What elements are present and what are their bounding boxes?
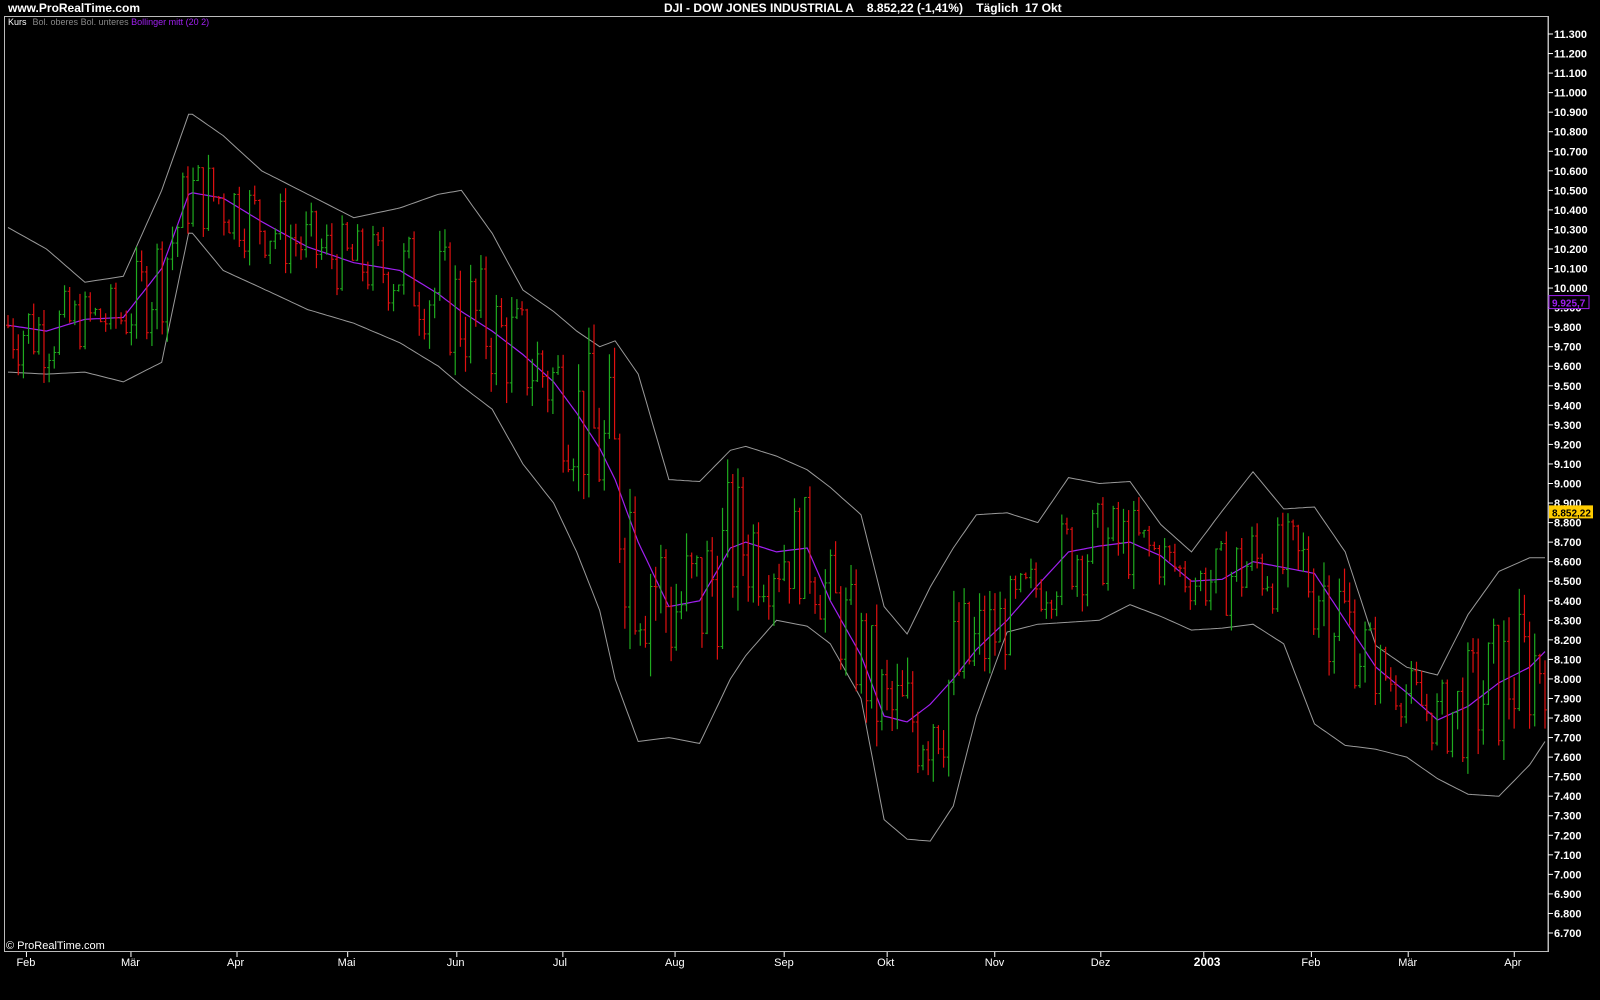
- y-tick-label: 9.000: [1554, 479, 1582, 491]
- mid-band-line: [7, 192, 1546, 723]
- y-tick-label: 9.100: [1554, 459, 1582, 471]
- y-tick-label: 10.400: [1554, 205, 1588, 217]
- x-tick-label: 2003: [1194, 955, 1221, 969]
- y-tick-label: 10.600: [1554, 166, 1588, 178]
- y-tick-label: 7.400: [1554, 791, 1582, 803]
- copyright-text: © ProRealTime.com: [6, 940, 105, 952]
- x-tick-label: Feb: [1301, 957, 1320, 969]
- y-tick-label: 7.500: [1554, 772, 1582, 784]
- x-tick-label: Sep: [774, 957, 794, 969]
- legend-lower-band: Bol. unteres: [80, 17, 129, 27]
- legend-mid-band: Bollinger mitt (20 2): [131, 17, 210, 27]
- y-tick-label: 7.800: [1554, 713, 1582, 725]
- y-tick-label: 7.100: [1554, 850, 1582, 862]
- y-tick-label: 6.800: [1554, 908, 1582, 920]
- y-tick-label: 8.000: [1554, 674, 1582, 686]
- y-tick-label: 7.200: [1554, 830, 1582, 842]
- y-tick-label: 11.000: [1554, 88, 1587, 100]
- y-tick-label: 11.100: [1554, 68, 1587, 80]
- y-tick-label: 8.100: [1554, 654, 1582, 666]
- y-tick-label: 9.600: [1554, 361, 1582, 373]
- y-tick-label: 6.700: [1554, 928, 1582, 940]
- indicator-legend: Kurs Bol. oberes Bol. unteres Bollinger m…: [8, 17, 209, 27]
- y-tick-label: 11.300: [1554, 29, 1587, 41]
- y-tick-label: 9.700: [1554, 342, 1582, 354]
- y-tick-label: 8.600: [1554, 557, 1582, 569]
- y-tick-label: 6.900: [1554, 889, 1582, 901]
- y-tick-label: 10.900: [1554, 107, 1588, 119]
- y-tick-label: 9.400: [1554, 400, 1582, 412]
- y-tick-label: 9.500: [1554, 381, 1582, 393]
- x-tick-label: Feb: [16, 957, 35, 969]
- y-tick-label: 9.300: [1554, 420, 1582, 432]
- x-tick-label: Apr: [227, 957, 244, 969]
- mid-value-label: 9.925,7: [1552, 299, 1586, 310]
- y-tick-label: 8.400: [1554, 596, 1582, 608]
- y-tick-label: 7.600: [1554, 752, 1582, 764]
- y-tick-label: 8.500: [1554, 576, 1582, 588]
- x-tick-label: Mär: [121, 957, 140, 969]
- lower-band-line: [7, 232, 1546, 842]
- y-tick-label: 8.700: [1554, 537, 1582, 549]
- legend-upper-band: Bol. oberes: [32, 17, 79, 27]
- y-tick-label: 10.700: [1554, 146, 1588, 158]
- y-tick-label: 7.300: [1554, 811, 1582, 823]
- x-tick-label: Apr: [1504, 957, 1521, 969]
- x-tick-label: Nov: [985, 957, 1005, 969]
- y-tick-label: 10.800: [1554, 127, 1588, 139]
- y-tick-label: 10.500: [1554, 185, 1588, 197]
- y-tick-label: 7.900: [1554, 693, 1582, 705]
- y-tick-label: 9.800: [1554, 322, 1582, 334]
- x-tick-label: Jun: [447, 957, 465, 969]
- y-tick-label: 8.300: [1554, 615, 1582, 627]
- y-tick-label: 7.700: [1554, 733, 1582, 745]
- price-chart[interactable]: 11.300 11.200 11.100 11.000 10.900 10.800 10.7…: [0, 0, 1600, 1000]
- y-tick-label: 10.100: [1554, 264, 1588, 276]
- x-tick-label: Mär: [1398, 957, 1417, 969]
- legend-price: Kurs: [8, 17, 27, 27]
- y-tick-label: 10.300: [1554, 224, 1588, 236]
- x-tick-label: Aug: [665, 957, 685, 969]
- y-tick-label: 10.200: [1554, 244, 1588, 256]
- x-tick-label: Dez: [1091, 957, 1111, 969]
- upper-band-line: [7, 113, 1545, 676]
- x-tick-label: Okt: [877, 957, 894, 969]
- y-tick-label: 11.200: [1554, 49, 1587, 61]
- last-price-label: 8.852,22: [1552, 508, 1591, 519]
- x-tick-label: Mai: [338, 957, 356, 969]
- y-tick-label: 8.200: [1554, 635, 1582, 647]
- y-tick-label: 10.000: [1554, 283, 1588, 295]
- y-tick-label: 9.200: [1554, 439, 1582, 451]
- y-tick-label: 7.000: [1554, 869, 1582, 881]
- x-tick-label: Jul: [553, 957, 567, 969]
